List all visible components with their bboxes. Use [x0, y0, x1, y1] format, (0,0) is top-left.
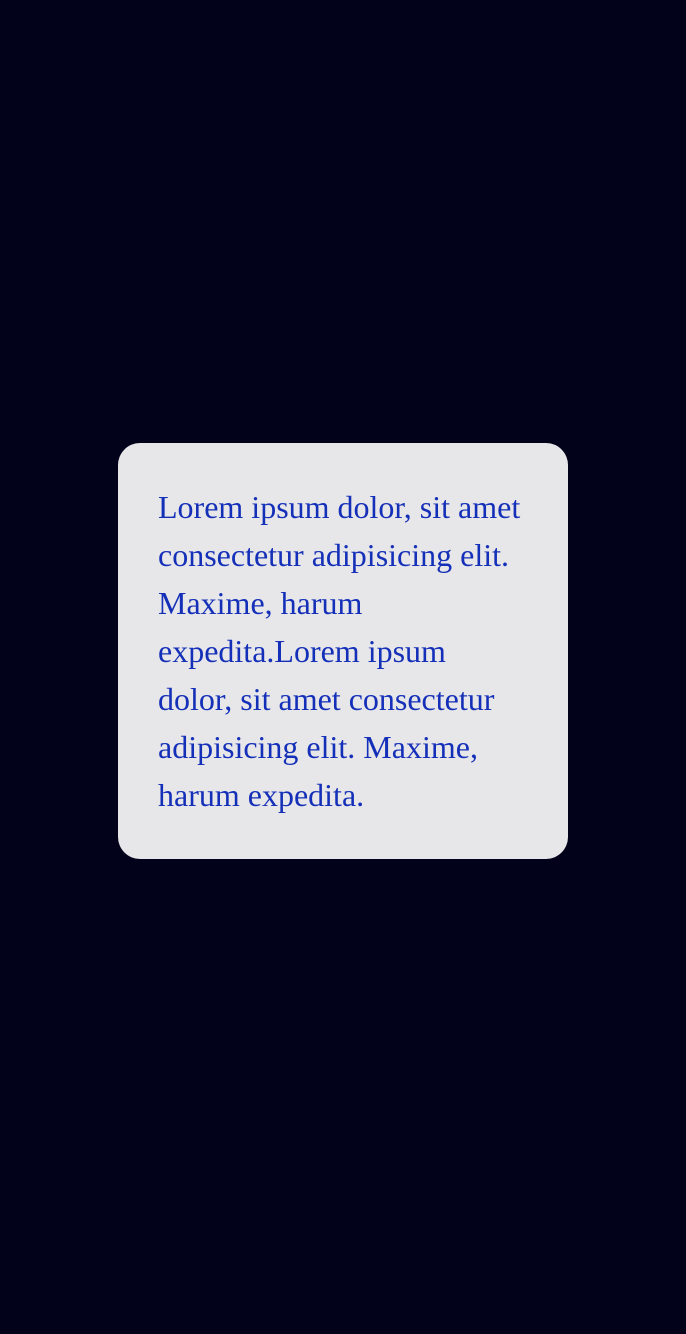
card-paragraph: Lorem ipsum dolor, sit amet consectetur … [158, 489, 521, 813]
content-card: Lorem ipsum dolor, sit amet consectetur … [118, 443, 568, 859]
page-background: { "card": { "text": "Lorem ipsum dolor, … [0, 0, 686, 1334]
